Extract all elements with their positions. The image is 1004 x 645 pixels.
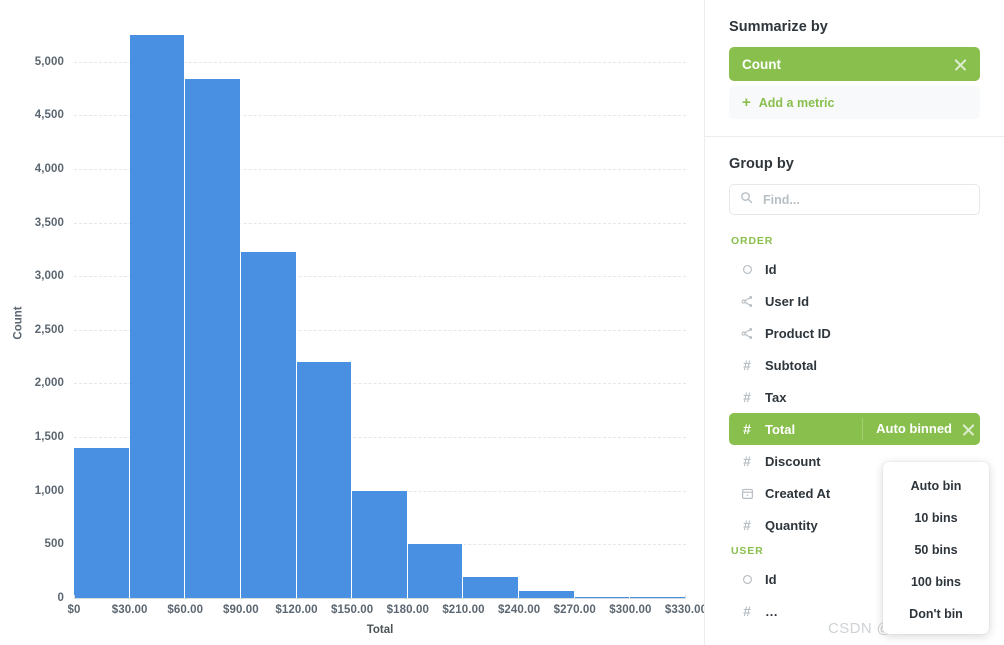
metric-label: Count <box>742 57 953 72</box>
connection-icon <box>737 295 757 308</box>
field-label: Id <box>765 262 976 277</box>
add-metric-label: Add a metric <box>759 96 835 110</box>
circle-icon <box>737 264 757 275</box>
y-axis-tick-label: 2,500 <box>18 324 64 336</box>
x-axis-tick-label: $300.00 <box>609 604 651 616</box>
x-axis-tick-label: $270.00 <box>554 604 596 616</box>
summarize-title: Summarize by <box>729 0 980 47</box>
bar[interactable] <box>130 35 186 598</box>
field-group-heading: ORDER <box>729 231 980 253</box>
bar[interactable] <box>74 448 130 598</box>
group-by-title: Group by <box>729 137 980 184</box>
metric-pill-count[interactable]: Count <box>729 47 980 81</box>
y-axis-tick-label: 0 <box>18 592 64 604</box>
summarize-sidebar: Summarize by Count + Add a metric Group … <box>704 0 1004 645</box>
x-axis-tick-label: $180.00 <box>387 604 429 616</box>
search-field-wrapper[interactable] <box>729 184 980 215</box>
y-axis-tick-label: 3,500 <box>18 217 64 229</box>
y-axis-tick-label: 1,000 <box>18 485 64 497</box>
plot-area <box>74 8 686 598</box>
plus-icon: + <box>742 95 751 110</box>
bin-option-50-bins[interactable]: 50 bins <box>883 534 989 566</box>
summarize-section: Summarize by Count + Add a metric <box>705 0 1004 119</box>
field-label: Total <box>765 422 862 437</box>
bar[interactable] <box>352 491 408 598</box>
hash-icon: # <box>737 453 757 469</box>
x-axis-tick-label: $30.00 <box>112 604 148 616</box>
circle-icon <box>737 574 757 585</box>
hash-icon: # <box>737 389 757 405</box>
field-row-tax[interactable]: # Tax <box>729 381 980 413</box>
hash-icon: # <box>737 421 757 437</box>
add-metric-button[interactable]: + Add a metric <box>729 86 980 119</box>
x-axis-line <box>74 598 686 599</box>
x-axis-tick-label: $60.00 <box>167 604 203 616</box>
connection-icon <box>737 327 757 340</box>
calendar-icon <box>737 487 757 500</box>
x-axis-tick-label: $90.00 <box>223 604 259 616</box>
y-axis-tick-labels: 0 500 1,000 1,500 2,000 2,500 3,000 3,500 4,000 4… <box>18 0 64 645</box>
bin-option-10-bins[interactable]: 10 bins <box>883 502 989 534</box>
search-input[interactable] <box>761 192 969 208</box>
bar[interactable] <box>408 544 464 598</box>
binning-label[interactable]: Auto binned <box>862 418 952 440</box>
close-icon[interactable] <box>961 422 976 437</box>
bin-option-100-bins[interactable]: 100 bins <box>883 566 989 598</box>
hash-icon: # <box>737 357 757 373</box>
bin-option-auto-bin[interactable]: Auto bin <box>883 470 989 502</box>
chart-panel: Count 05001,0001,5002,0002,5003,0003,500… <box>0 0 704 645</box>
bar[interactable] <box>463 577 519 598</box>
bar[interactable] <box>297 362 353 598</box>
field-row-product-id[interactable]: Product ID <box>729 317 980 349</box>
field-label: Tax <box>765 390 976 405</box>
field-label: Product ID <box>765 326 976 341</box>
bar[interactable] <box>185 79 241 598</box>
bin-options-dropdown[interactable]: Auto bin10 bins50 bins100 binsDon't bin <box>883 462 989 634</box>
hash-icon: # <box>737 603 757 619</box>
app-root: Count 0 500 1,000 1,500 2,000 2,500 3,000 3,500… <box>0 0 1004 645</box>
x-axis-tick-label: $240.00 <box>498 604 540 616</box>
field-row-total[interactable]: # TotalAuto binned <box>729 413 980 445</box>
field-label: User Id <box>765 294 976 309</box>
search-icon <box>740 191 753 209</box>
x-axis-tick-label: $210.00 <box>442 604 484 616</box>
y-axis-tick-label: 3,000 <box>18 270 64 282</box>
hash-icon: # <box>737 517 757 533</box>
x-axis-title: Total <box>74 624 686 636</box>
x-axis-tick-label: $0 <box>68 604 81 616</box>
x-axis-tick-label: $120.00 <box>275 604 317 616</box>
field-row-subtotal[interactable]: # Subtotal <box>729 349 980 381</box>
x-axis-tick-label: $330.00 <box>665 604 707 616</box>
field-row-id[interactable]: Id <box>729 253 980 285</box>
y-axis-tick-label: 4,000 <box>18 163 64 175</box>
x-axis-tick-label: $150.00 <box>331 604 373 616</box>
y-axis-tick-label: 1,500 <box>18 431 64 443</box>
field-row-user-id[interactable]: User Id <box>729 285 980 317</box>
bar[interactable] <box>241 252 297 598</box>
y-axis-tick-label: 5,000 <box>18 56 64 68</box>
field-label: Subtotal <box>765 358 976 373</box>
y-axis-tick-label: 4,500 <box>18 109 64 121</box>
y-axis-tick-label: 500 <box>18 538 64 550</box>
y-axis-tick-label: 2,000 <box>18 377 64 389</box>
close-icon[interactable] <box>953 57 968 72</box>
histogram-chart: Count 05001,0001,5002,0002,5003,0003,500… <box>0 0 704 645</box>
bin-option-don-t-bin[interactable]: Don't bin <box>883 598 989 630</box>
bar[interactable] <box>519 591 575 599</box>
